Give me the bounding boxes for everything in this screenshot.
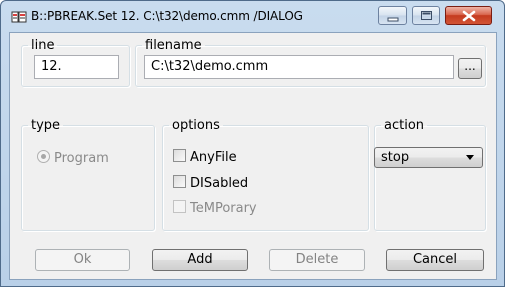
type-group: type <box>21 118 155 231</box>
type-group-label: type <box>31 118 61 133</box>
disabled-checkbox[interactable]: DISabled <box>173 175 248 191</box>
ok-button[interactable]: Ok <box>35 249 130 271</box>
dialog-window: B::PBREAK.Set 12. C:\t32\demo.cmm /DIALO… <box>0 0 505 287</box>
temporary-checkbox-label: TeMPorary <box>190 201 257 216</box>
minimize-icon <box>387 17 399 22</box>
action-group-label: action <box>384 118 425 133</box>
close-icon <box>462 10 476 22</box>
maximize-icon <box>421 11 432 20</box>
maximize-button[interactable] <box>412 6 440 25</box>
title-bar[interactable]: B::PBREAK.Set 12. C:\t32\demo.cmm /DIALO… <box>1 1 504 31</box>
add-button[interactable]: Add <box>152 249 248 271</box>
disabled-checkbox-label: DISabled <box>190 176 249 191</box>
anyfile-checkbox-label: AnyFile <box>190 150 237 165</box>
options-group-label: options <box>172 118 220 133</box>
line-group-label: line <box>31 38 55 53</box>
program-radio-label: Program <box>54 151 109 166</box>
action-select[interactable]: stop <box>374 147 483 168</box>
minimize-button[interactable] <box>378 6 407 25</box>
delete-button[interactable]: Delete <box>269 249 365 271</box>
checkbox-icon <box>173 200 186 213</box>
anyfile-checkbox[interactable]: AnyFile <box>173 149 237 165</box>
action-group: action <box>374 118 486 231</box>
filename-input[interactable]: C:\t32\demo.cmm <box>144 55 454 79</box>
cancel-button[interactable]: Cancel <box>386 249 484 271</box>
line-input[interactable]: 12. <box>34 55 119 79</box>
program-radio[interactable]: Program <box>37 150 109 166</box>
dialog-client-area: line 12. filename C:\t32\demo.cmm ... ty… <box>9 32 497 280</box>
browse-button[interactable]: ... <box>458 58 482 79</box>
checkbox-icon <box>173 149 186 162</box>
temporary-checkbox[interactable]: TeMPorary <box>173 200 257 216</box>
close-button[interactable] <box>445 6 492 25</box>
window-title: B::PBREAK.Set 12. C:\t32\demo.cmm /DIALO… <box>31 9 303 23</box>
filename-group-label: filename <box>145 38 202 53</box>
radio-selected-icon <box>37 150 50 163</box>
action-select-value: stop <box>381 150 410 165</box>
checkbox-icon <box>173 175 186 188</box>
dropdown-arrow-icon <box>466 155 474 160</box>
trace32-app-icon <box>11 11 27 23</box>
